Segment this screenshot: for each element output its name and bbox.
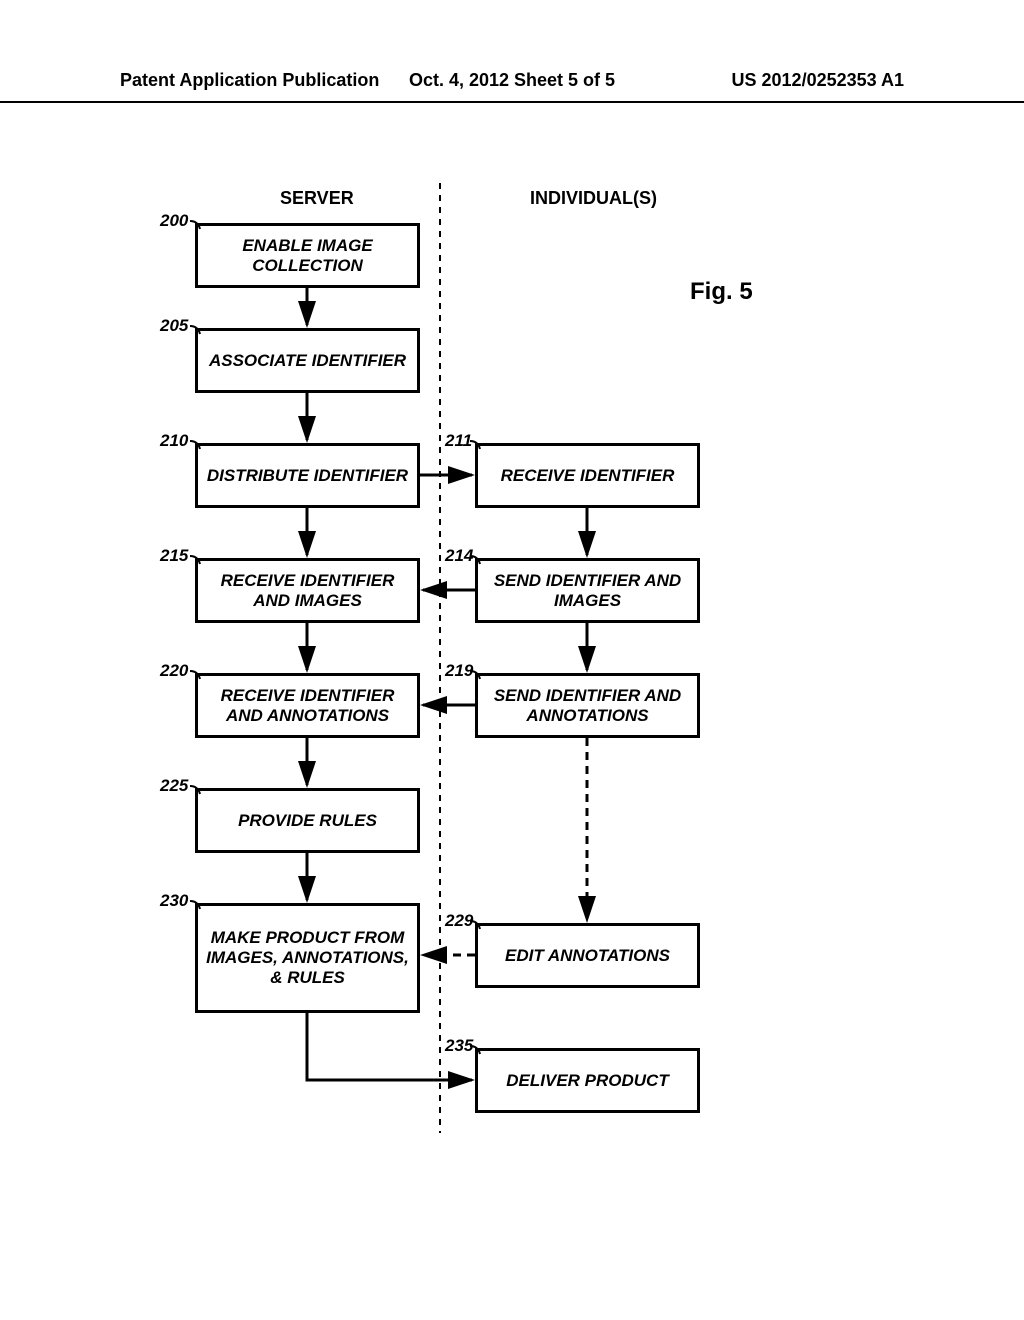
header-date-sheet: Oct. 4, 2012 Sheet 5 of 5: [381, 70, 642, 91]
flowchart-connectors: [0, 103, 1024, 1203]
box-make-product: MAKE PRODUCT FROM IMAGES, ANNOTATIONS, &…: [195, 903, 420, 1013]
ref-229: 229: [445, 911, 473, 931]
flowchart-diagram: SERVER INDIVIDUAL(S) Fig. 5 ENABLE IMAGE…: [0, 103, 1024, 1303]
header-publication: Patent Application Publication: [120, 70, 381, 91]
ref-225: 225: [160, 776, 188, 796]
ref-230: 230: [160, 891, 188, 911]
box-receive-identifier: RECEIVE IDENTIFIER: [475, 443, 700, 508]
box-receive-identifier-annotations: RECEIVE IDENTIFIER AND ANNOTATIONS: [195, 673, 420, 738]
column-header-server: SERVER: [280, 188, 354, 209]
ref-200: 200: [160, 211, 188, 231]
box-enable-image-collection: ENABLE IMAGE COLLECTION: [195, 223, 420, 288]
ref-215: 215: [160, 546, 188, 566]
ref-219: 219: [445, 661, 473, 681]
figure-label: Fig. 5: [690, 278, 753, 306]
box-deliver-product: DELIVER PRODUCT: [475, 1048, 700, 1113]
ref-235: 235: [445, 1036, 473, 1056]
box-receive-identifier-images: RECEIVE IDENTIFIER AND IMAGES: [195, 558, 420, 623]
header-pub-number: US 2012/0252353 A1: [643, 70, 904, 91]
ref-205: 205: [160, 316, 188, 336]
box-provide-rules: PROVIDE RULES: [195, 788, 420, 853]
box-distribute-identifier: DISTRIBUTE IDENTIFIER: [195, 443, 420, 508]
box-send-identifier-images: SEND IDENTIFIER AND IMAGES: [475, 558, 700, 623]
box-edit-annotations: EDIT ANNOTATIONS: [475, 923, 700, 988]
box-send-identifier-annotations: SEND IDENTIFIER AND ANNOTATIONS: [475, 673, 700, 738]
ref-220: 220: [160, 661, 188, 681]
box-associate-identifier: ASSOCIATE IDENTIFIER: [195, 328, 420, 393]
page-header: Patent Application Publication Oct. 4, 2…: [0, 0, 1024, 103]
ref-210: 210: [160, 431, 188, 451]
ref-214: 214: [445, 546, 473, 566]
column-header-individuals: INDIVIDUAL(S): [530, 188, 657, 209]
ref-211: 211: [445, 431, 472, 451]
